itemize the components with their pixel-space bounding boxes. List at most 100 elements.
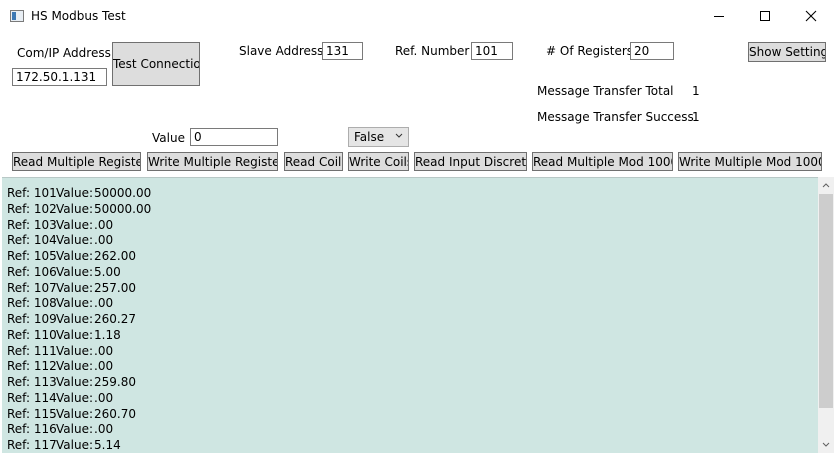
value-label: Value	[152, 131, 185, 145]
value-text: 1.18	[94, 327, 121, 342]
message-transfer-success-value: 1	[692, 110, 700, 124]
list-item: Ref: 103Value:.00	[7, 217, 113, 233]
write-coils-button[interactable]: Write Coils	[348, 152, 409, 171]
value-text: 260.27	[94, 312, 136, 326]
value-text: .00	[94, 217, 114, 232]
test-connection-button[interactable]: Test Connection	[112, 42, 200, 86]
read-multiple-mod-10000-button[interactable]: Read Multiple Mod 10000	[532, 152, 673, 171]
value-text: .00	[94, 296, 114, 311]
value-prefix: Value:	[56, 296, 93, 311]
value-prefix: Value:	[56, 249, 93, 263]
ref-text: Ref: 109	[7, 312, 57, 326]
slave-address-input[interactable]	[322, 42, 363, 60]
value-text: 259.80	[94, 375, 136, 389]
value-text: 5.14	[94, 438, 121, 452]
show-settings-button[interactable]: Show Settings	[748, 42, 826, 62]
maximize-button[interactable]	[742, 0, 788, 32]
ref-text: Ref: 111	[7, 343, 57, 358]
value-prefix: Value:	[56, 359, 93, 374]
value-input[interactable]	[190, 128, 278, 146]
minimize-icon	[714, 16, 724, 17]
list-item: Ref: 110Value:1.18	[7, 327, 121, 343]
ref-text: Ref: 107	[7, 280, 57, 295]
list-item: Ref: 105Value:262.00	[7, 248, 136, 264]
app-window: HS Modbus Test Com/IP Address Test Conne…	[0, 0, 834, 453]
write-multiple-registers-button[interactable]: Write Multiple Registers	[147, 152, 278, 171]
chevron-down-icon	[395, 133, 403, 138]
ref-text: Ref: 117	[7, 438, 57, 452]
value-text: .00	[94, 390, 114, 405]
list-item: Ref: 112Value:.00	[7, 358, 113, 374]
window-title: HS Modbus Test	[31, 9, 126, 23]
value-prefix: Value:	[56, 264, 93, 279]
ref-text: Ref: 113	[7, 375, 57, 389]
value-prefix: Value:	[56, 406, 93, 421]
value-text: 262.00	[94, 249, 136, 263]
list-item: Ref: 111Value:.00	[7, 343, 113, 359]
ref-text: Ref: 112	[7, 359, 57, 374]
value-prefix: Value:	[56, 343, 93, 358]
close-button[interactable]	[788, 0, 834, 32]
value-text: 5.00	[94, 264, 121, 279]
list-item: Ref: 101Value:50000.00	[7, 185, 151, 201]
value-prefix: Value:	[56, 186, 93, 200]
app-window-icon	[10, 10, 24, 22]
vertical-scrollbar[interactable]	[818, 177, 834, 453]
list-item: Ref: 117Value:5.14	[7, 437, 121, 453]
com-ip-address-input[interactable]	[12, 68, 107, 86]
scrollbar-thumb[interactable]	[819, 194, 833, 408]
ref-text: Ref: 106	[7, 264, 57, 279]
value-prefix: Value:	[56, 312, 93, 326]
ref-text: Ref: 102	[7, 201, 57, 216]
ref-text: Ref: 115	[7, 406, 57, 421]
boolean-select-value: False	[354, 130, 385, 144]
ref-number-label: Ref. Number	[395, 44, 470, 58]
ref-text: Ref: 116	[7, 422, 57, 437]
scroll-down-button[interactable]	[818, 436, 834, 453]
read-multiple-registers-button[interactable]: Read Multiple Registers	[12, 152, 141, 171]
list-item: Ref: 115Value:260.70	[7, 406, 136, 422]
value-text: .00	[94, 359, 114, 374]
chevron-down-icon	[822, 442, 830, 447]
read-input-discretes-button[interactable]: Read Input Discretes	[414, 152, 527, 171]
message-transfer-total-value: 1	[692, 84, 700, 98]
chevron-up-icon	[822, 183, 830, 188]
ref-text: Ref: 110	[7, 327, 57, 342]
value-text: 260.70	[94, 406, 136, 421]
scroll-up-button[interactable]	[818, 177, 834, 194]
list-item: Ref: 106Value:5.00	[7, 264, 121, 280]
ref-number-input[interactable]	[471, 42, 513, 60]
value-prefix: Value:	[56, 327, 93, 342]
ref-text: Ref: 105	[7, 249, 57, 263]
ref-text: Ref: 104	[7, 233, 57, 248]
list-item: Ref: 109Value:260.27	[7, 311, 136, 327]
value-text: .00	[94, 343, 114, 358]
list-item: Ref: 114Value:.00	[7, 390, 113, 406]
list-item: Ref: 113Value:259.80	[7, 374, 136, 390]
minimize-button[interactable]	[696, 0, 742, 32]
registers-count-input[interactable]	[630, 42, 674, 60]
title-bar: HS Modbus Test	[0, 0, 834, 32]
slave-address-label: Slave Address	[239, 44, 324, 58]
value-prefix: Value:	[56, 375, 93, 389]
read-coils-button[interactable]: Read Coils	[284, 152, 343, 171]
value-text: 50000.00	[94, 186, 152, 200]
close-icon	[805, 10, 817, 22]
value-prefix: Value:	[56, 438, 93, 452]
value-text: .00	[94, 422, 114, 437]
value-prefix: Value:	[56, 217, 93, 232]
ref-text: Ref: 101	[7, 186, 57, 200]
boolean-select[interactable]: False	[348, 127, 409, 147]
list-item: Ref: 116Value:.00	[7, 421, 113, 437]
value-text: 50000.00	[94, 201, 152, 216]
maximize-icon	[760, 11, 770, 21]
write-multiple-mod-10000-button[interactable]: Write Multiple Mod 10000	[678, 152, 822, 171]
ref-text: Ref: 103	[7, 217, 57, 232]
value-prefix: Value:	[56, 233, 93, 248]
value-text: 257.00	[94, 280, 136, 295]
ref-text: Ref: 108	[7, 296, 57, 311]
com-ip-address-label: Com/IP Address	[17, 46, 111, 60]
list-item: Ref: 107Value:257.00	[7, 280, 136, 296]
output-list[interactable]: Ref: 101Value:50000.00 Ref: 102Value:5000…	[2, 177, 818, 453]
list-item: Ref: 104Value:.00	[7, 232, 113, 248]
